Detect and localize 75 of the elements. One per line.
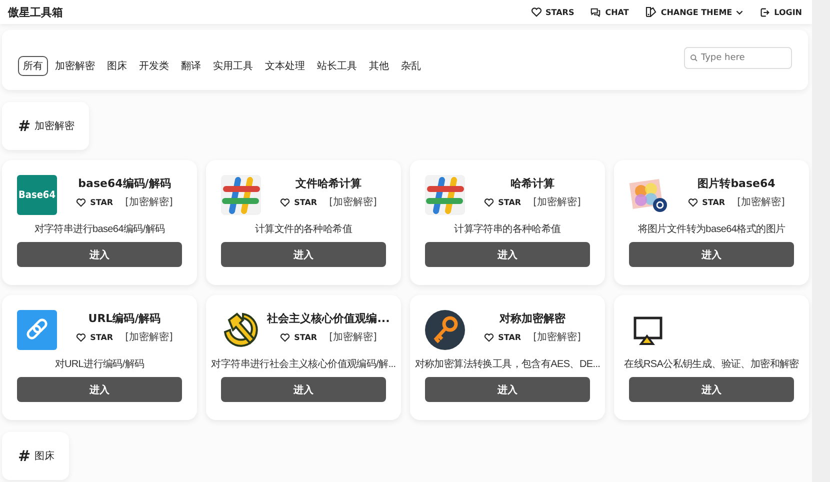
link-icon — [17, 310, 57, 350]
hash-icon — [221, 175, 261, 215]
tool-description: 在线RSA公私钥生成、验证、加密和解密 — [623, 358, 800, 371]
heart-icon — [688, 198, 698, 206]
heart-icon — [76, 198, 86, 206]
nav-link[interactable]: CHAT — [590, 6, 629, 18]
nav-link[interactable]: STARS — [530, 6, 574, 18]
category-tag: [加密解密] — [125, 330, 173, 344]
tool-description: 对称加密算法转换工具，包含有AES、DE... — [414, 358, 602, 371]
enter-button[interactable]: 进入 — [629, 377, 794, 402]
tool-description: 计算文件的各种哈希值 — [254, 222, 354, 236]
enter-button[interactable]: 进入 — [629, 242, 794, 267]
hash-symbol: # — [18, 447, 31, 465]
heart-icon — [530, 7, 542, 17]
heart-icon — [76, 332, 86, 342]
chat-icon — [590, 6, 602, 18]
tool-title: URL编码/解码 — [88, 311, 161, 326]
site-title[interactable]: 傲星工具箱 — [8, 4, 63, 20]
hash-icon — [425, 175, 465, 215]
heart-icon — [280, 198, 290, 206]
category-tag: [加密解密] — [533, 195, 581, 209]
heart-icon — [484, 332, 494, 342]
category-tag: [加密解密] — [737, 195, 785, 209]
star-link[interactable]: STAR — [280, 332, 318, 342]
base64-logo-icon: Base64 — [17, 175, 57, 215]
category-tab[interactable]: 其他 — [364, 56, 394, 76]
category-tab[interactable]: 站长工具 — [312, 56, 362, 76]
key-icon — [425, 310, 465, 350]
category-tag: [加密解密] — [329, 330, 377, 344]
star-link[interactable]: STAR — [484, 332, 522, 342]
category-tab[interactable]: 所有 — [18, 56, 48, 76]
enter-button[interactable]: 进入 — [221, 377, 386, 402]
category-tab[interactable]: 杂乱 — [396, 56, 426, 76]
enter-button[interactable]: 进入 — [425, 242, 590, 267]
tool-title: 图片转base64 — [698, 176, 776, 191]
category-tab[interactable]: 图床 — [102, 56, 132, 76]
category-tab[interactable]: 加密解密 — [50, 56, 100, 76]
star-link[interactable]: STAR — [688, 198, 726, 206]
search-icon — [690, 54, 698, 62]
section-title: 图床 — [34, 450, 55, 463]
nav-link[interactable]: LOGIN — [759, 6, 802, 18]
star-link[interactable]: STAR — [76, 198, 114, 206]
tool-title: 哈希计算 — [510, 176, 554, 191]
tool-title: 对称加密解密 — [500, 311, 566, 326]
category-tag: [加密解密] — [533, 330, 581, 344]
tool-description: 计算字符串的各种哈希值 — [453, 222, 562, 236]
enter-button[interactable]: 进入 — [221, 242, 386, 267]
enter-button[interactable]: 进入 — [17, 242, 182, 267]
heart-icon — [280, 332, 290, 342]
star-link[interactable]: STAR — [280, 198, 318, 206]
category-tab[interactable]: 开发类 — [134, 56, 174, 76]
tool-title: base64编码/解码 — [78, 176, 171, 191]
category-tag: [加密解密] — [125, 195, 173, 209]
star-link[interactable]: STAR — [484, 198, 522, 206]
login-icon — [759, 6, 770, 18]
tool-title: 文件哈希计算 — [296, 176, 362, 191]
category-tab[interactable]: 翻译 — [176, 56, 206, 76]
tool-description: 将图片文件转为base64格式的图片 — [636, 222, 786, 236]
category-tag: [加密解密] — [329, 195, 377, 209]
heart-icon — [484, 198, 494, 206]
tool-description: 对字符串进行社会主义核心价值观编码/解... — [210, 358, 397, 371]
section-title: 加密解密 — [34, 120, 75, 133]
hash-symbol: # — [18, 117, 31, 135]
category-tab[interactable]: 文本处理 — [260, 56, 310, 76]
tool-title: 社会主义核心价值观编... — [267, 311, 390, 326]
chevron-down-icon — [736, 10, 744, 14]
palette-icon — [644, 6, 657, 18]
nav-link[interactable]: CHANGE THEME — [644, 6, 744, 18]
category-tab[interactable]: 实用工具 — [208, 56, 258, 76]
enter-button[interactable]: 进入 — [425, 377, 590, 402]
search-field[interactable]: Type here — [684, 47, 792, 69]
enter-button[interactable]: 进入 — [17, 377, 182, 402]
tool-description: 对字符串进行base64编码/解码 — [33, 222, 166, 236]
star-link[interactable]: STAR — [76, 332, 114, 342]
tool-description: 对URL进行编码/解码 — [54, 358, 146, 371]
